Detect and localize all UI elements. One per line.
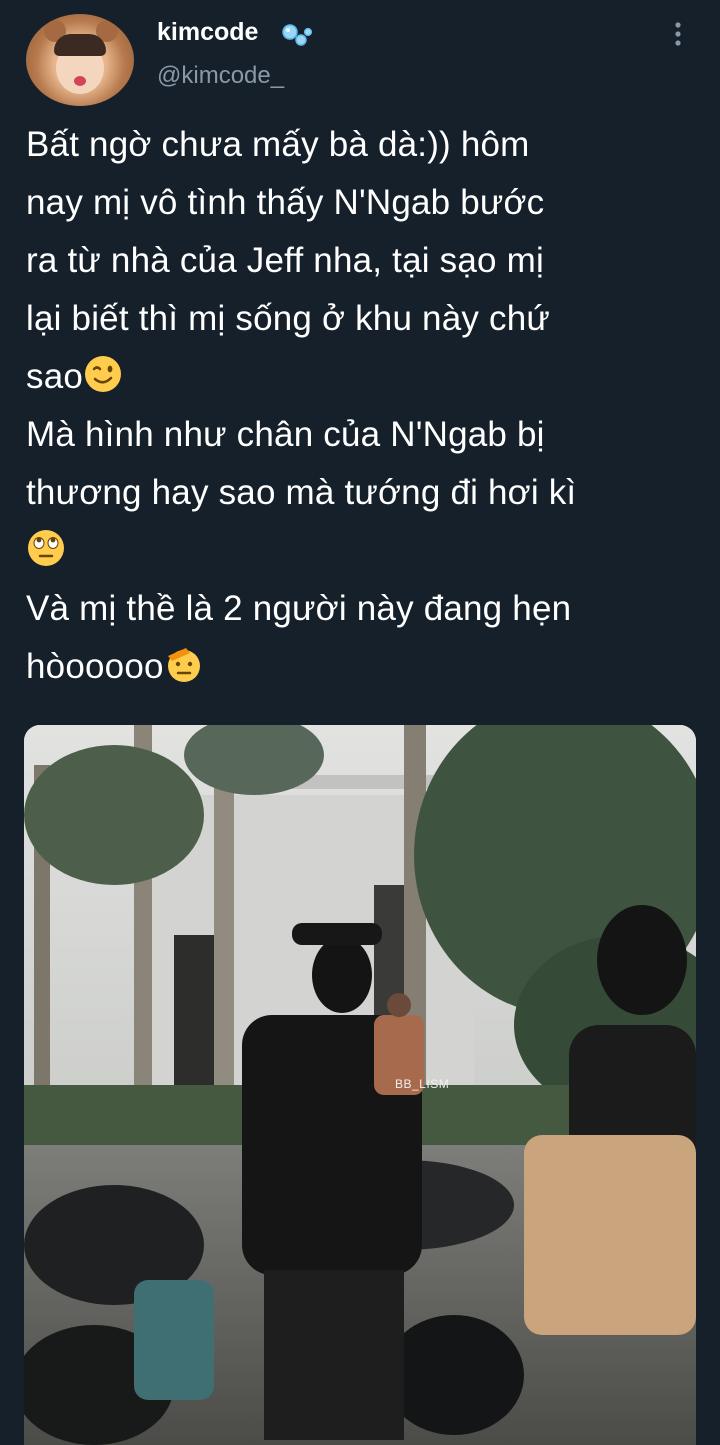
tweet-line-with-emoji: sao (26, 348, 706, 406)
tweet-line-text: hòooooo (26, 647, 164, 686)
winking-face-icon (85, 356, 122, 392)
avatar-hair (54, 34, 106, 56)
tweet-line: nay mị vô tình thấy N'Ngab bước (26, 183, 545, 222)
display-name[interactable]: kimcode (157, 16, 258, 48)
avatar-mouth (74, 76, 86, 86)
tweet-header: kimcode @kimcode_ (0, 0, 720, 110)
more-vertical-icon[interactable] (670, 20, 686, 48)
tweet-line-with-emoji: hòooooo (26, 638, 706, 696)
tweet-line-emoji (26, 522, 706, 580)
tweet-line: thương hay sao mà tướng đi hơi kì (26, 473, 577, 512)
tweet-line: lại biết thì mị sống ở khu này chứ (26, 299, 550, 338)
tweet-photo[interactable] (24, 725, 696, 1445)
bubbles-badge-icon (282, 24, 313, 46)
rolling-eyes-face-icon (28, 530, 64, 566)
photo-watermark: BB_LISM (395, 1077, 450, 1091)
tweet-line: Mà hình như chân của N'Ngab bị (26, 415, 545, 454)
avatar[interactable] (26, 14, 134, 106)
photo-scene (24, 725, 696, 1445)
tweet-line: Bất ngờ chưa mấy bà dà:)) hôm (26, 125, 530, 164)
handle[interactable]: @kimcode_ (157, 60, 284, 92)
saluting-face-icon (167, 648, 200, 682)
tweet-line: ra từ nhà của Jeff nha, tại sạo mị (26, 241, 544, 280)
tweet-line-text: sao (26, 357, 84, 396)
tweet-text: Bất ngờ chưa mấy bà dà:)) hôm nay mị vô … (26, 116, 706, 696)
tweet-line: Và mị thề là 2 người này đang hẹn (26, 589, 572, 628)
